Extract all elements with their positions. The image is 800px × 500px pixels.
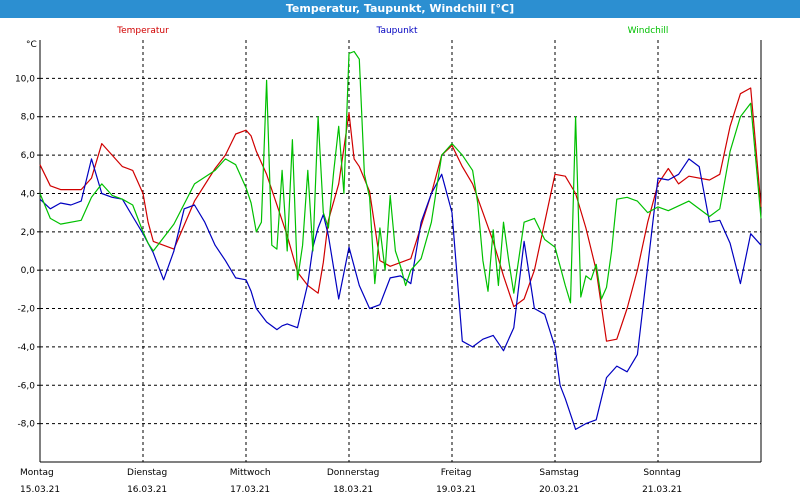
- y-tick-label: -4,0: [17, 343, 35, 353]
- x-date-label: 16.03.21: [127, 485, 167, 495]
- chart-window: Temperatur, Taupunkt, Windchill [°C] -8,…: [0, 0, 800, 500]
- y-tick-label: 8,0: [21, 113, 36, 123]
- legend: Temperatur Taupunkt Windchill: [116, 26, 668, 36]
- x-date-label: 20.03.21: [539, 485, 579, 495]
- x-day-label: Montag: [20, 468, 54, 478]
- y-tick-label: -2,0: [17, 305, 35, 315]
- series-line-temperatur: [39, 87, 762, 342]
- x-day-label: Freitag: [441, 468, 472, 478]
- y-tick-label: 0,0: [21, 266, 36, 276]
- axes: [37, 40, 762, 463]
- x-date-label: 17.03.21: [230, 485, 270, 495]
- y-tick-label: -6,0: [17, 381, 35, 391]
- y-tick-label: -8,0: [17, 420, 35, 430]
- legend-label-taupunkt: Taupunkt: [375, 26, 418, 36]
- series-line-taupunkt: [39, 158, 762, 430]
- x-date-label: 19.03.21: [436, 485, 476, 495]
- x-day-label: Mittwoch: [230, 468, 271, 478]
- grid: [40, 40, 761, 462]
- temperature-chart: -8,0 -6,0 -4,0 -2,0 0,0 2,0 4,0 6,0 8,0 10,0 Monta…: [15, 26, 762, 495]
- series-lines: [39, 50, 762, 430]
- y-tick-label: 2,0: [21, 228, 36, 238]
- y-unit-label: °C: [26, 40, 37, 50]
- x-day-label: Dienstag: [127, 468, 167, 478]
- legend-label-windchill: Windchill: [628, 26, 669, 36]
- window-title: Temperatur, Taupunkt, Windchill [°C]: [0, 0, 800, 18]
- legend-label-temperatur: Temperatur: [116, 26, 169, 36]
- x-date-label: 15.03.21: [20, 485, 60, 495]
- x-day-label: Donnerstag: [327, 468, 380, 478]
- x-date-label: 18.03.21: [333, 485, 373, 495]
- x-date-label: 21.03.21: [642, 485, 682, 495]
- y-tick-label: 4,0: [21, 189, 36, 199]
- series-line-windchill: [39, 50, 762, 304]
- y-tick-label: 6,0: [21, 151, 36, 161]
- x-day-label: Samstag: [539, 468, 578, 478]
- x-day-label: Sonntag: [643, 468, 680, 478]
- y-tick-label: 10,0: [15, 74, 35, 84]
